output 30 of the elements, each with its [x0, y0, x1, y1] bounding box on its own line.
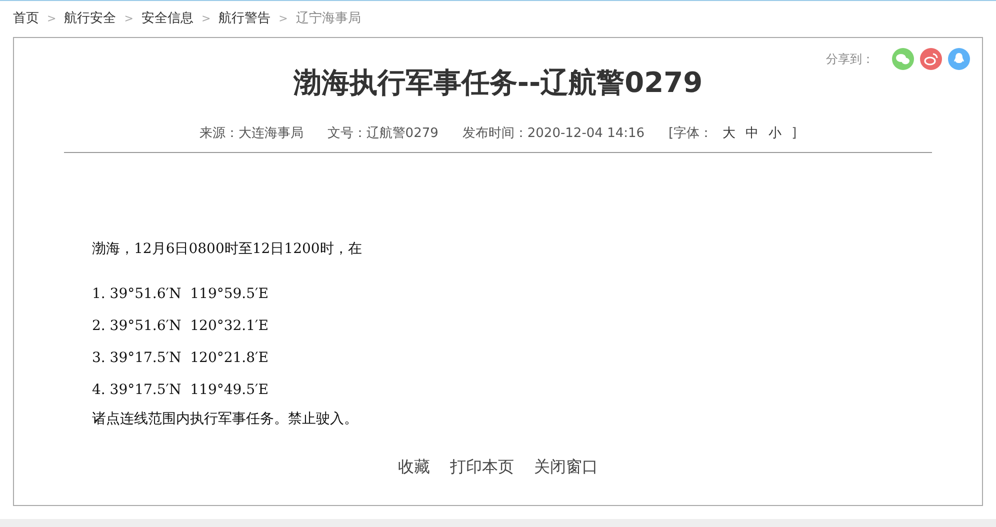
font-size-link[interactable]: 中 [746, 124, 759, 144]
breadcrumb-separator: > [278, 10, 288, 27]
coordinate-line: 3. 39°17.5′N 120°21.8′E [92, 348, 270, 368]
action-link[interactable]: 打印本页 [450, 454, 514, 478]
chat-bubbles-icon[interactable] [892, 48, 914, 70]
coordinate-line: 4. 39°17.5′N 119°49.5′E [92, 380, 270, 400]
coordinate-line: 2. 39°51.6′N 120°32.1′E [92, 316, 270, 336]
font-size-bracket: ] [792, 125, 797, 143]
breadcrumb-separator: > [124, 10, 134, 27]
article-title: 渤海执行军事任务--辽航警0279 [292, 65, 704, 101]
coordinate-line: 1. 39°51.6′N 119°59.5′E [92, 284, 270, 304]
meta-text: 发布时间：2020-12-04 14:16 [462, 125, 645, 143]
paragraph: 渤海，12月6日0800时至12日1200时，在 [92, 240, 363, 258]
breadcrumb-separator: > [201, 10, 211, 27]
action-link[interactable]: 收藏 [398, 454, 430, 478]
meta-text: 文号：辽航警0279 [327, 125, 438, 143]
breadcrumb-link[interactable]: 首页 [13, 9, 39, 29]
breadcrumb-link[interactable]: 航行安全 [64, 9, 116, 29]
paragraph: 诸点连线范围内执行军事任务。禁止驶入。 [92, 410, 359, 428]
breadcrumb-link[interactable]: 航行警告 [218, 9, 271, 29]
font-size-label: [字体： [668, 125, 713, 143]
breadcrumb-link[interactable]: 辽宁海事局 [296, 9, 361, 29]
penguin-icon[interactable] [948, 48, 970, 70]
action-link[interactable]: 关闭窗口 [534, 454, 598, 478]
meta-text: 来源：大连海事局 [199, 125, 304, 143]
font-size-link[interactable]: 小 [768, 124, 782, 144]
breadcrumb-link[interactable]: 安全信息 [141, 9, 194, 29]
breadcrumb-separator: > [47, 10, 56, 27]
font-size-link[interactable]: 大 [722, 124, 736, 144]
share-label: 分享到： [826, 51, 874, 68]
